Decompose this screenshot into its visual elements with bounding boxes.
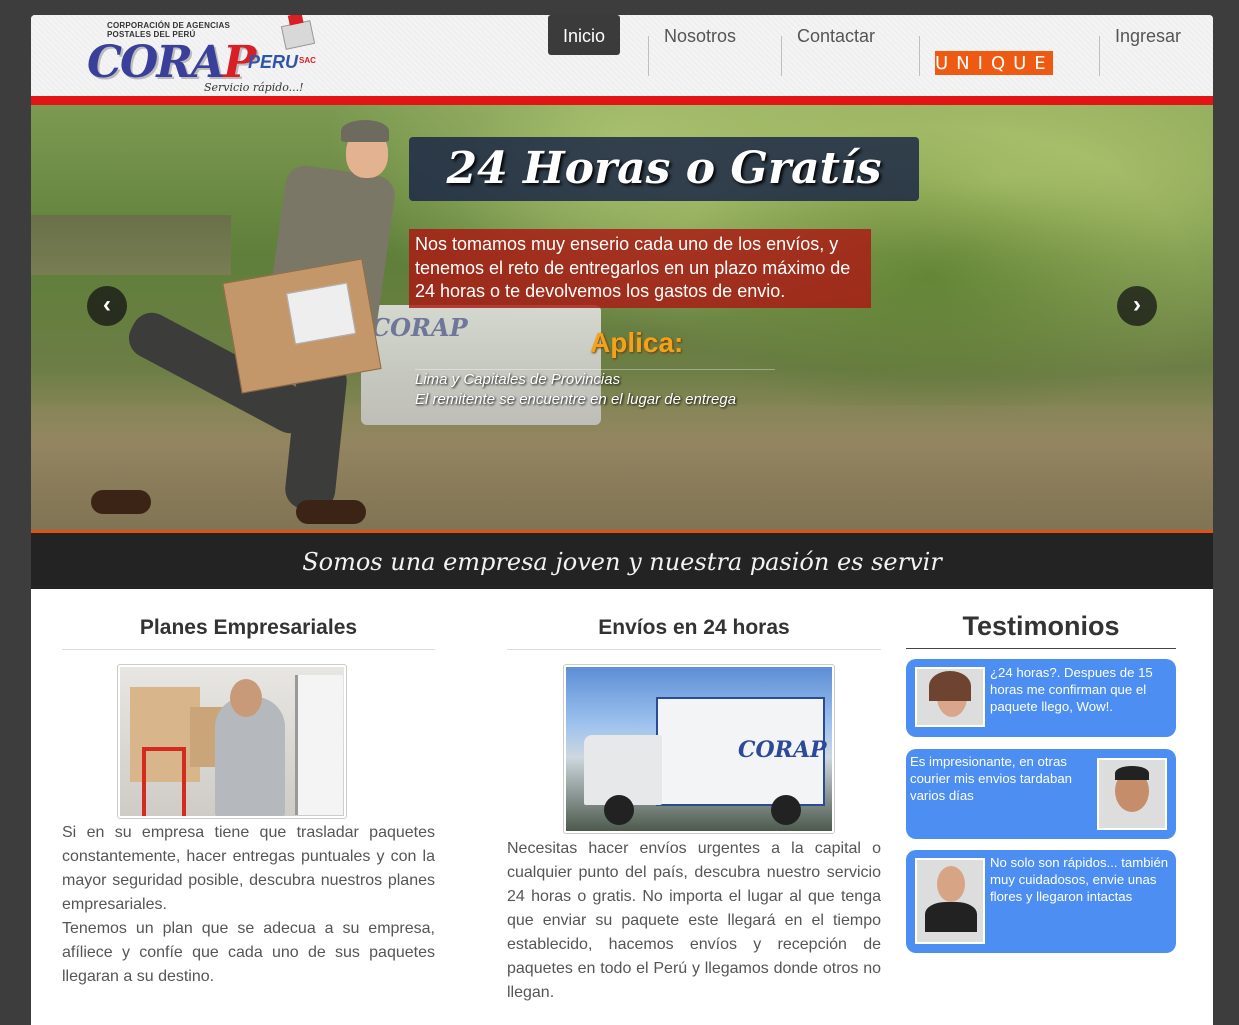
courier-cap bbox=[341, 120, 389, 142]
hero-apply-label: Aplica: bbox=[590, 327, 684, 358]
photo-truck-wheel bbox=[604, 795, 634, 825]
shipping-divider bbox=[507, 649, 881, 650]
hero-conditions: Lima y Capitales de Provincias El remite… bbox=[415, 370, 736, 410]
logo-peru: PERU bbox=[248, 52, 299, 72]
shipping-title: Envíos en 24 horas bbox=[598, 616, 790, 639]
plans-title: Planes Empresariales bbox=[139, 616, 358, 639]
testimonial-card: ¿24 horas?. Despues de 15 horas me confi… bbox=[906, 659, 1176, 737]
avatar bbox=[915, 667, 985, 727]
hero-condition: Lima y Capitales de Provincias bbox=[415, 371, 621, 388]
testimonials-divider bbox=[906, 648, 1176, 649]
avatar bbox=[915, 858, 985, 944]
photo-truck-wheel bbox=[771, 795, 801, 825]
nav-contact[interactable]: Contactar bbox=[797, 15, 875, 55]
nav-unique-logo[interactable]: UNIQUE bbox=[935, 51, 1053, 75]
testimonials-title: Testimonios bbox=[962, 611, 1120, 641]
nav-separator bbox=[919, 36, 920, 76]
shipping-text: Necesitas hacer envíos urgentes a la cap… bbox=[507, 840, 881, 1001]
nav-separator bbox=[1099, 36, 1100, 76]
hero-condition: El remitente se encuentre en el lugar de… bbox=[415, 391, 737, 408]
testimonial-card: No solo son rápidos... también muy cuida… bbox=[906, 850, 1176, 953]
hero-description: Nos tomamos muy enserio cada uno de los … bbox=[409, 229, 871, 308]
plans-paragraph: Si en su empresa tiene que trasladar paq… bbox=[62, 824, 435, 913]
carousel-next-button[interactable]: › bbox=[1117, 286, 1157, 326]
photo-van-door bbox=[295, 675, 343, 815]
testimonial-text: ¿24 horas?. Despues de 15 horas me confi… bbox=[990, 665, 1153, 714]
logo-sac: SAC bbox=[299, 56, 316, 65]
logo-slogan: Servicio rápido...! bbox=[204, 81, 304, 94]
photo-worker-head bbox=[230, 679, 262, 717]
envelope-icon bbox=[280, 20, 316, 50]
photo-dolly bbox=[142, 747, 186, 816]
page: CORPORACIÓN DE AGENCIAS POSTALES DEL PER… bbox=[31, 15, 1213, 1025]
testimonial-text: Es impresionante, en otras courier mis e… bbox=[910, 754, 1072, 803]
courier-shoe bbox=[91, 490, 151, 514]
corap-logo[interactable]: CORPORACIÓN DE AGENCIAS POSTALES DEL PER… bbox=[87, 19, 319, 95]
package-box bbox=[222, 258, 382, 394]
carousel-prev-button[interactable]: ‹ bbox=[87, 286, 127, 326]
plans-text: Si en su empresa tiene que trasladar paq… bbox=[62, 821, 435, 989]
nav-home[interactable]: Inicio bbox=[548, 15, 621, 55]
plans-photo bbox=[117, 664, 347, 819]
nav-separator bbox=[781, 36, 782, 76]
hero-carousel: CORAP 24 Horas o Gratís Nos tomamos muy … bbox=[31, 105, 1213, 530]
courier-shoe bbox=[296, 500, 366, 524]
nav-about[interactable]: Nosotros bbox=[664, 15, 736, 55]
hero-title: 24 Horas o Gratís bbox=[409, 137, 919, 201]
header: CORPORACIÓN DE AGENCIAS POSTALES DEL PER… bbox=[31, 15, 1213, 96]
avatar bbox=[1097, 758, 1167, 830]
testimonial-card: Es impresionante, en otras courier mis e… bbox=[906, 749, 1176, 839]
courier-figure bbox=[91, 120, 421, 524]
chevron-right-icon: › bbox=[1133, 291, 1141, 318]
nav-separator bbox=[648, 36, 649, 76]
nav-login[interactable]: Ingresar bbox=[1115, 15, 1181, 55]
motto-banner: Somos una empresa joven y nuestra pasión… bbox=[31, 533, 1213, 589]
photo-truck-logo: CORAP bbox=[738, 737, 827, 763]
plans-paragraph: Tenemos un plan que se adecua a su empre… bbox=[62, 920, 435, 985]
plans-divider bbox=[62, 649, 435, 650]
header-red-bar bbox=[31, 96, 1213, 105]
chevron-left-icon: ‹ bbox=[103, 291, 111, 318]
photo-truck-cab bbox=[584, 735, 662, 805]
shipping-photo: CORAP bbox=[563, 664, 835, 834]
testimonial-text: No solo son rápidos... también muy cuida… bbox=[990, 855, 1169, 904]
